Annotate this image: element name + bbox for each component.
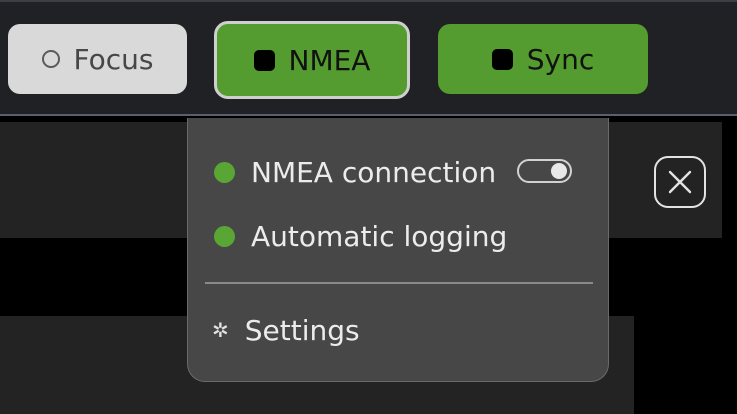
status-dot-icon (214, 225, 235, 247)
sync-button[interactable]: Sync (438, 24, 648, 94)
menu-item-automatic-logging[interactable]: Automatic logging (188, 216, 507, 256)
nmea-button-label: NMEA (288, 43, 371, 77)
nmea-connection-toggle[interactable] (517, 159, 572, 183)
circle-outline-icon (41, 50, 60, 68)
top-toolbar: Focus NMEA Sync (0, 0, 737, 116)
close-icon (668, 170, 692, 194)
menu-item-label: NMEA connection (251, 155, 497, 189)
status-dot-icon (214, 161, 235, 183)
sync-button-label: Sync (526, 42, 595, 76)
menu-item-label: Automatic logging (251, 219, 508, 253)
gear-icon: ✲ (212, 318, 229, 342)
focus-button[interactable]: Focus (8, 24, 187, 94)
stop-square-icon (491, 48, 513, 70)
nmea-button[interactable]: NMEA (214, 21, 410, 99)
menu-item-settings[interactable]: ✲ Settings (188, 310, 360, 350)
menu-divider (205, 282, 593, 284)
close-button[interactable] (654, 156, 706, 208)
menu-item-nmea-connection[interactable]: NMEA connection (188, 152, 496, 192)
nmea-dropdown-menu: NMEA connection Automatic logging ✲ Sett… (187, 118, 609, 382)
toggle-knob (551, 163, 567, 179)
settings-label: Settings (244, 313, 360, 347)
focus-button-label: Focus (73, 42, 154, 76)
stop-square-icon (253, 49, 275, 71)
